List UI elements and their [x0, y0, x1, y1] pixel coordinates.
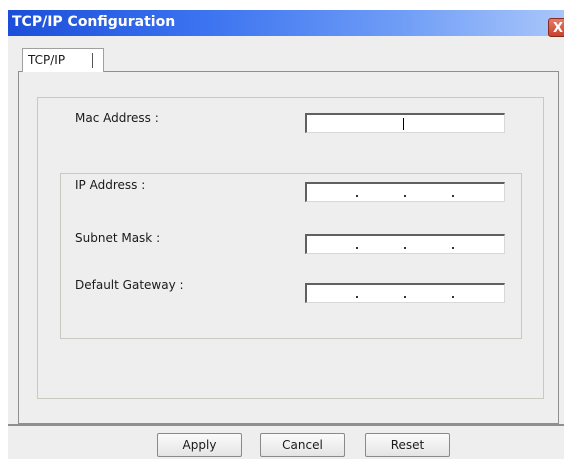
footer-divider — [8, 424, 564, 426]
ip-address-label: IP Address : — [75, 178, 146, 192]
octet-separator — [404, 195, 406, 197]
tcpip-configuration-dialog: TCP/IP Configuration X TCP/IP Mac Addres… — [8, 10, 564, 459]
mac-address-label: Mac Address : — [75, 111, 159, 125]
octet-separator — [356, 247, 358, 249]
tab-separator — [92, 53, 93, 68]
reset-button[interactable]: Reset — [365, 433, 450, 457]
tab-tcpip[interactable]: TCP/IP — [22, 48, 104, 72]
octet-separator — [404, 296, 406, 298]
octet-separator — [452, 195, 454, 197]
octet-separator — [356, 296, 358, 298]
subnet-mask-field[interactable] — [305, 234, 505, 254]
close-icon: X — [552, 21, 564, 36]
default-gateway-label: Default Gateway : — [75, 278, 184, 292]
ip-address-field[interactable] — [305, 182, 505, 202]
mac-address-field[interactable] — [305, 113, 505, 133]
tab-label: TCP/IP — [28, 53, 66, 67]
default-gateway-field[interactable] — [305, 283, 505, 303]
close-button[interactable]: X — [548, 18, 564, 37]
octet-separator — [452, 247, 454, 249]
octet-separator — [404, 247, 406, 249]
octet-separator — [452, 296, 454, 298]
octet-separator — [356, 195, 358, 197]
text-cursor — [403, 118, 404, 130]
title-bar[interactable]: TCP/IP Configuration X — [8, 10, 564, 37]
apply-button[interactable]: Apply — [157, 433, 242, 457]
subnet-mask-label: Subnet Mask : — [75, 231, 161, 245]
cancel-button[interactable]: Cancel — [260, 433, 345, 457]
dialog-title: TCP/IP Configuration — [12, 14, 176, 30]
